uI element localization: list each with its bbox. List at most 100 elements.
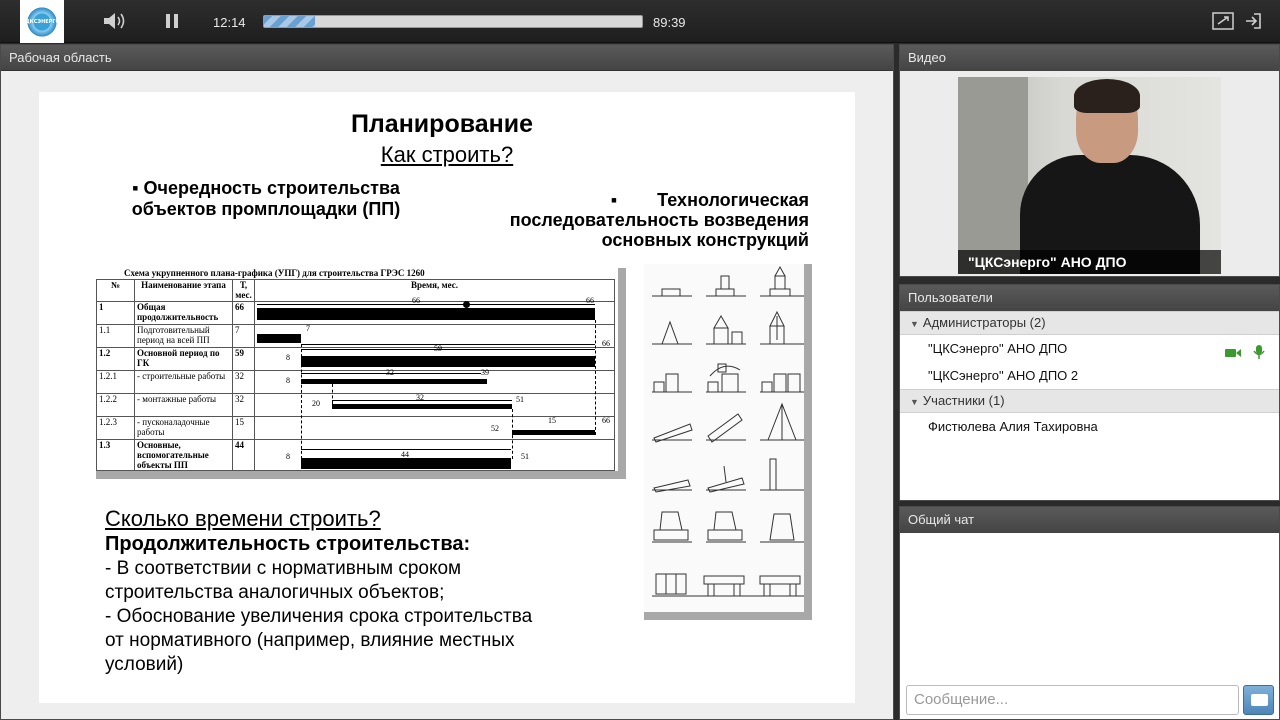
gantt-cell-name: Подготовительный период на всей ПП xyxy=(134,324,233,348)
volume-icon[interactable] xyxy=(102,12,128,33)
gantt-dash-line xyxy=(332,384,333,404)
gantt-line-total xyxy=(257,304,595,305)
microphone-icon xyxy=(1252,342,1268,359)
gantt-header-num: № xyxy=(96,279,135,302)
group-participants[interactable]: ▼ Участники (1) xyxy=(900,389,1279,413)
construction-sequence-drawing xyxy=(652,265,804,597)
gantt-cell-name: Основные, вспомогательные объекты ПП xyxy=(134,439,233,471)
gantt-cell-num: 1.1 xyxy=(96,324,135,348)
logo-sun-icon: ЦКСЭНЕРГО xyxy=(25,4,60,39)
presentation-slide: Планирование Как строить? ▪ Очередность … xyxy=(39,92,855,703)
progress-fill xyxy=(264,16,316,27)
gantt-label: 51 xyxy=(516,395,524,404)
gantt-label: 66 xyxy=(412,296,420,305)
slide-title: Планирование xyxy=(350,110,534,138)
playback-progress-bar[interactable] xyxy=(263,15,643,28)
chat-panel: Общий чат Сообщение... xyxy=(899,506,1280,720)
gantt-label: 7 xyxy=(306,324,310,333)
app-logo: ЦКСЭНЕРГО xyxy=(20,0,64,43)
user-name: "ЦКСэнерго" АНО ДПО xyxy=(928,341,1068,356)
slide-heading: Продолжительность строительства: xyxy=(105,533,471,555)
webcam-background xyxy=(958,77,1028,274)
video-title: Видео xyxy=(900,45,1279,71)
user-item[interactable]: "ЦКСэнерго" АНО ДПО 2 xyxy=(900,362,1279,389)
gantt-label: 8 xyxy=(286,353,290,362)
gantt-label: 8 xyxy=(286,376,290,385)
gantt-label: 66 xyxy=(602,339,610,348)
logo-text: ЦКСЭНЕРГО xyxy=(25,18,60,25)
gantt-bar-commission xyxy=(512,430,595,435)
gantt-label: 52 xyxy=(491,424,499,433)
group-label: Участники (1) xyxy=(922,393,1005,408)
gantt-dash-line xyxy=(301,344,302,459)
slide-text-line: - В соответствии с нормативным сроком xyxy=(105,558,462,579)
group-administrators[interactable]: ▼ Администраторы (2) xyxy=(900,311,1279,335)
gantt-cell-t: 32 xyxy=(232,370,255,394)
gantt-label: 15 xyxy=(548,416,556,425)
workarea-title: Рабочая область xyxy=(1,45,893,71)
gantt-bar-objects xyxy=(301,458,511,469)
gantt-cell-name: - строительные работы xyxy=(134,370,233,394)
gantt-label: 32 xyxy=(416,393,424,402)
chat-message-input[interactable]: Сообщение... xyxy=(906,685,1239,715)
gantt-cell-name: Основной период по ГК xyxy=(134,347,233,371)
gantt-cell-t: 7 xyxy=(232,324,255,348)
collapse-triangle-icon: ▼ xyxy=(910,319,919,329)
gantt-header-name: Наименование этапа xyxy=(134,279,233,302)
gantt-cell-num: 1 xyxy=(96,301,135,325)
gantt-cell-time xyxy=(254,416,615,440)
slide-text-line: условий) xyxy=(105,654,184,675)
player-toolbar: ЦКСЭНЕРГО 12:14 89:39 xyxy=(0,0,1280,43)
gantt-label: 8 xyxy=(286,452,290,461)
fullscreen-icon[interactable] xyxy=(1212,12,1234,33)
gantt-bar-build xyxy=(301,379,487,384)
video-panel: Видео "ЦКСэнерго" АНО ДПО xyxy=(899,44,1280,277)
camera-icon xyxy=(1224,342,1241,357)
gantt-line-main xyxy=(301,349,595,350)
gantt-label: 39 xyxy=(481,368,489,377)
gantt-label: 59 xyxy=(434,344,442,353)
user-item[interactable]: "ЦКСэнерго" АНО ДПО xyxy=(900,335,1279,362)
gantt-dash-line xyxy=(512,409,513,459)
webcam-feed[interactable]: "ЦКСэнерго" АНО ДПО xyxy=(958,77,1221,274)
gantt-dash-line xyxy=(595,320,596,435)
slide-text-line: строительства аналогичных объектов; xyxy=(105,582,445,603)
exit-icon[interactable] xyxy=(1244,12,1262,33)
gantt-cell-t: 15 xyxy=(232,416,255,440)
gantt-cell-name: Общая продолжительность xyxy=(134,301,233,325)
slide-subtitle: Как строить? xyxy=(380,142,514,167)
gantt-header-row: № Наименование этапа Т, мес. Время, мес. xyxy=(96,279,615,302)
construction-sequence-image xyxy=(644,264,812,620)
gantt-schedule-image: Схема укрупненного плана-графика (УПГ) д… xyxy=(96,268,626,479)
users-panel: Пользователи ▼ Администраторы (2) "ЦКСэне… xyxy=(899,284,1280,501)
user-name: Фистюлева Алия Тахировна xyxy=(928,419,1098,434)
gantt-milestone-dot xyxy=(463,301,470,308)
gantt-bar-install xyxy=(332,404,512,409)
slide-bullet-technology: ▪ Технологическая последовательность воз… xyxy=(509,190,815,250)
gantt-cell-name: - монтажные работы xyxy=(134,393,233,417)
group-label: Администраторы (2) xyxy=(922,315,1046,330)
presenter-hair xyxy=(1074,79,1140,113)
pause-icon[interactable] xyxy=(165,12,179,33)
slide-text-line: - Обоснование увеличения срока строитель… xyxy=(105,606,533,627)
current-time: 12:14 xyxy=(213,15,246,30)
gantt-label: 20 xyxy=(312,399,320,408)
chat-send-button[interactable] xyxy=(1243,685,1274,715)
user-item[interactable]: Фистюлева Алия Тахировна xyxy=(900,413,1279,440)
total-time: 89:39 xyxy=(653,15,686,30)
gantt-row: 1.2.3 - пусконаладочные работы 15 xyxy=(96,416,615,440)
gantt-bar-main xyxy=(301,356,595,367)
gantt-label: 32 xyxy=(386,368,394,377)
gantt-cell-num: 1.2.1 xyxy=(96,370,135,394)
gantt-cell-name: - пусконаладочные работы xyxy=(134,416,233,440)
gantt-label: 51 xyxy=(521,452,529,461)
gantt-cell-num: 1.2.3 xyxy=(96,416,135,440)
slide-question: Сколько времени строить? xyxy=(105,506,381,531)
collapse-triangle-icon: ▼ xyxy=(910,397,919,407)
gantt-cell-t: 59 xyxy=(232,347,255,371)
chat-title: Общий чат xyxy=(900,507,1279,533)
gantt-label: 66 xyxy=(586,296,594,305)
gantt-cell-num: 1.2.2 xyxy=(96,393,135,417)
gantt-header-time: Время, мес. xyxy=(254,279,615,302)
users-title: Пользователи xyxy=(900,285,1279,311)
